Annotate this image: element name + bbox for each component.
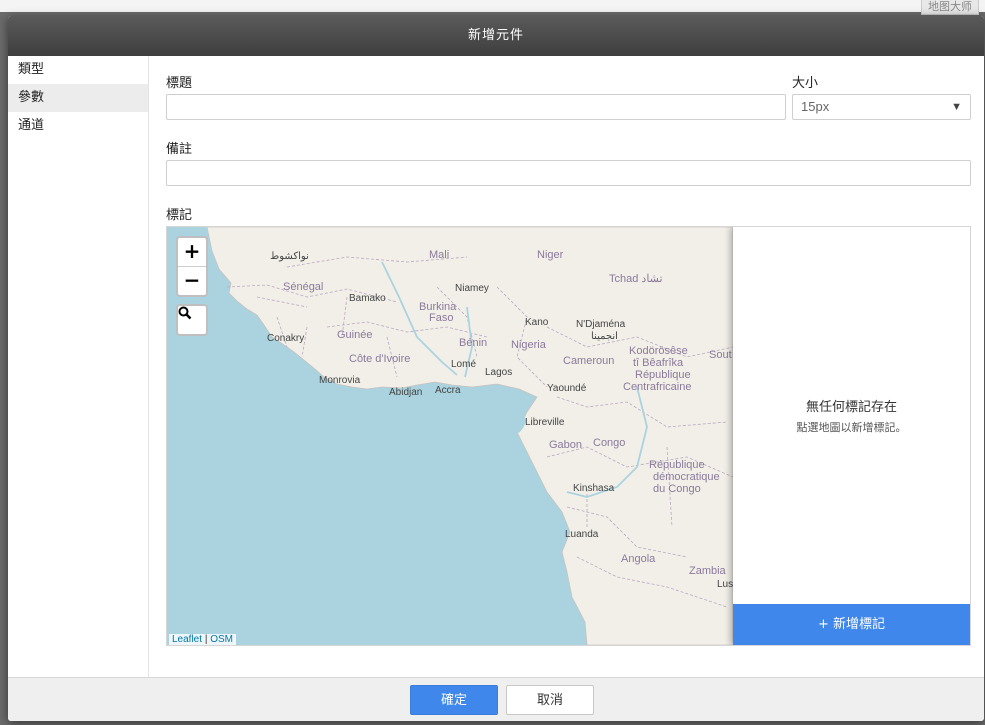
map-label-lus: Lus (717, 579, 733, 590)
osm-link[interactable]: OSM (210, 634, 233, 645)
map-label-tchad: Tchad تشاد (609, 273, 663, 285)
map-label-mali: Mali (429, 249, 450, 261)
form-content: 標題 大小 15px ▼ 備註 標記 + − نواكشوط Mali Nige… (166, 56, 972, 678)
sidebar-item-params[interactable]: 參數 (8, 84, 148, 112)
zoom-in-button[interactable]: + (178, 238, 206, 266)
add-component-dialog: 新增元件 類型 參數 通道 標題 大小 15px ▼ 備註 標記 + − نوا… (8, 16, 984, 721)
map-label-libreville: Libreville (525, 417, 565, 428)
map-label-bamako: Bamako (349, 293, 386, 304)
map-label-ndjamena: N'Djaména (576, 319, 626, 330)
add-marker-button[interactable]: + 新增標記 (733, 604, 970, 645)
map-label-du-congo: du Congo (653, 483, 701, 495)
map-label-zambia: Zambia (689, 565, 726, 577)
map-label-senegal: Sénégal (283, 281, 324, 293)
map[interactable]: + − نواكشوط Mali Niger Tchad تشاد Sénéga… (167, 227, 733, 645)
empty-markers-title: 無任何標記存在 (805, 400, 897, 415)
confirm-button[interactable]: 確定 (410, 685, 498, 715)
map-label-congo: Congo (593, 437, 626, 449)
note-label: 備註 (166, 142, 193, 157)
dialog-footer: 確定 取消 (8, 677, 984, 721)
sidebar-item-channel[interactable]: 通道 (8, 112, 148, 140)
map-label-democratique: démocratique (653, 471, 720, 483)
background-corner-label: 地图大师 (921, 0, 979, 15)
map-label-ti-beafrika: tî Bêafrîka (633, 357, 684, 369)
dialog-title: 新增元件 (8, 16, 984, 56)
map-label-conakry: Conakry (267, 333, 305, 344)
map-label-cameroun: Cameroun (563, 355, 615, 367)
map-search-button[interactable] (176, 304, 208, 336)
title-label: 標題 (166, 76, 193, 91)
background-app: 地图大师 (0, 0, 985, 15)
marker-map-area: + − نواكشوط Mali Niger Tchad تشاد Sénéga… (166, 226, 971, 646)
sidebar: 類型 參數 通道 (8, 56, 149, 678)
map-label-angola: Angola (621, 553, 656, 565)
leaflet-link[interactable]: Leaflet (172, 634, 202, 645)
map-land-shapes (206, 227, 733, 645)
map-label-kinshasa: Kinshasa (573, 483, 615, 494)
map-label-accra: Accra (435, 385, 461, 396)
map-label-kano: Kano (525, 317, 549, 328)
map-attribution: Leaflet | OSM (169, 634, 236, 645)
map-label-monrovia: Monrovia (319, 375, 361, 386)
map-label-ndjamena-ar: انجمينا (591, 331, 618, 342)
search-icon (178, 306, 192, 320)
size-select[interactable]: 15px ▼ (792, 94, 971, 120)
map-label-kodorosese: Kodörösêse (629, 345, 688, 357)
zoom-out-button[interactable]: − (178, 266, 206, 295)
map-label-cote: Côte d'Ivoire (349, 353, 411, 365)
attribution-separator: | (204, 634, 208, 645)
dialog-body: 類型 參數 通道 標題 大小 15px ▼ 備註 標記 + − نواكشوط … (8, 56, 984, 678)
map-label-gabon: Gabon (549, 439, 583, 451)
cancel-button[interactable]: 取消 (506, 685, 594, 715)
map-label-sout: Sout (709, 349, 732, 361)
title-input[interactable] (166, 94, 786, 120)
size-select-value: 15px (801, 99, 830, 114)
marker-label: 標記 (166, 208, 193, 223)
map-label-republique-ca: République (635, 369, 691, 381)
map-label-lome: Lomé (451, 359, 477, 370)
zoom-control: + − (176, 236, 208, 297)
map-label-centrafricaine: Centrafricaine (623, 381, 692, 393)
sidebar-item-type[interactable]: 類型 (8, 56, 148, 84)
map-label-niamey: Niamey (455, 283, 489, 294)
map-label-guinee: Guinée (337, 329, 373, 341)
map-label-luanda: Luanda (565, 529, 599, 540)
map-label-benin: Bénin (459, 337, 488, 349)
empty-markers-hint: 點選地圖以新增標記。 (796, 421, 907, 434)
map-label-nigeria: Nigeria (511, 339, 546, 351)
map-label-faso: Faso (429, 312, 454, 324)
map-label-niger: Niger (537, 249, 564, 261)
marker-list-panel: 無任何標記存在 點選地圖以新增標記。 + 新增標記 (733, 227, 970, 645)
map-label-abidjan: Abidjan (389, 387, 423, 398)
size-label: 大小 (792, 76, 819, 91)
note-input[interactable] (166, 160, 971, 186)
map-label-yaounde: Yaoundé (547, 383, 587, 394)
chevron-down-icon: ▼ (951, 101, 962, 113)
map-label-lagos: Lagos (485, 367, 513, 378)
map-label-nouakchott: نواكشوط (270, 251, 309, 262)
map-label-republique-dc: République (649, 459, 705, 471)
